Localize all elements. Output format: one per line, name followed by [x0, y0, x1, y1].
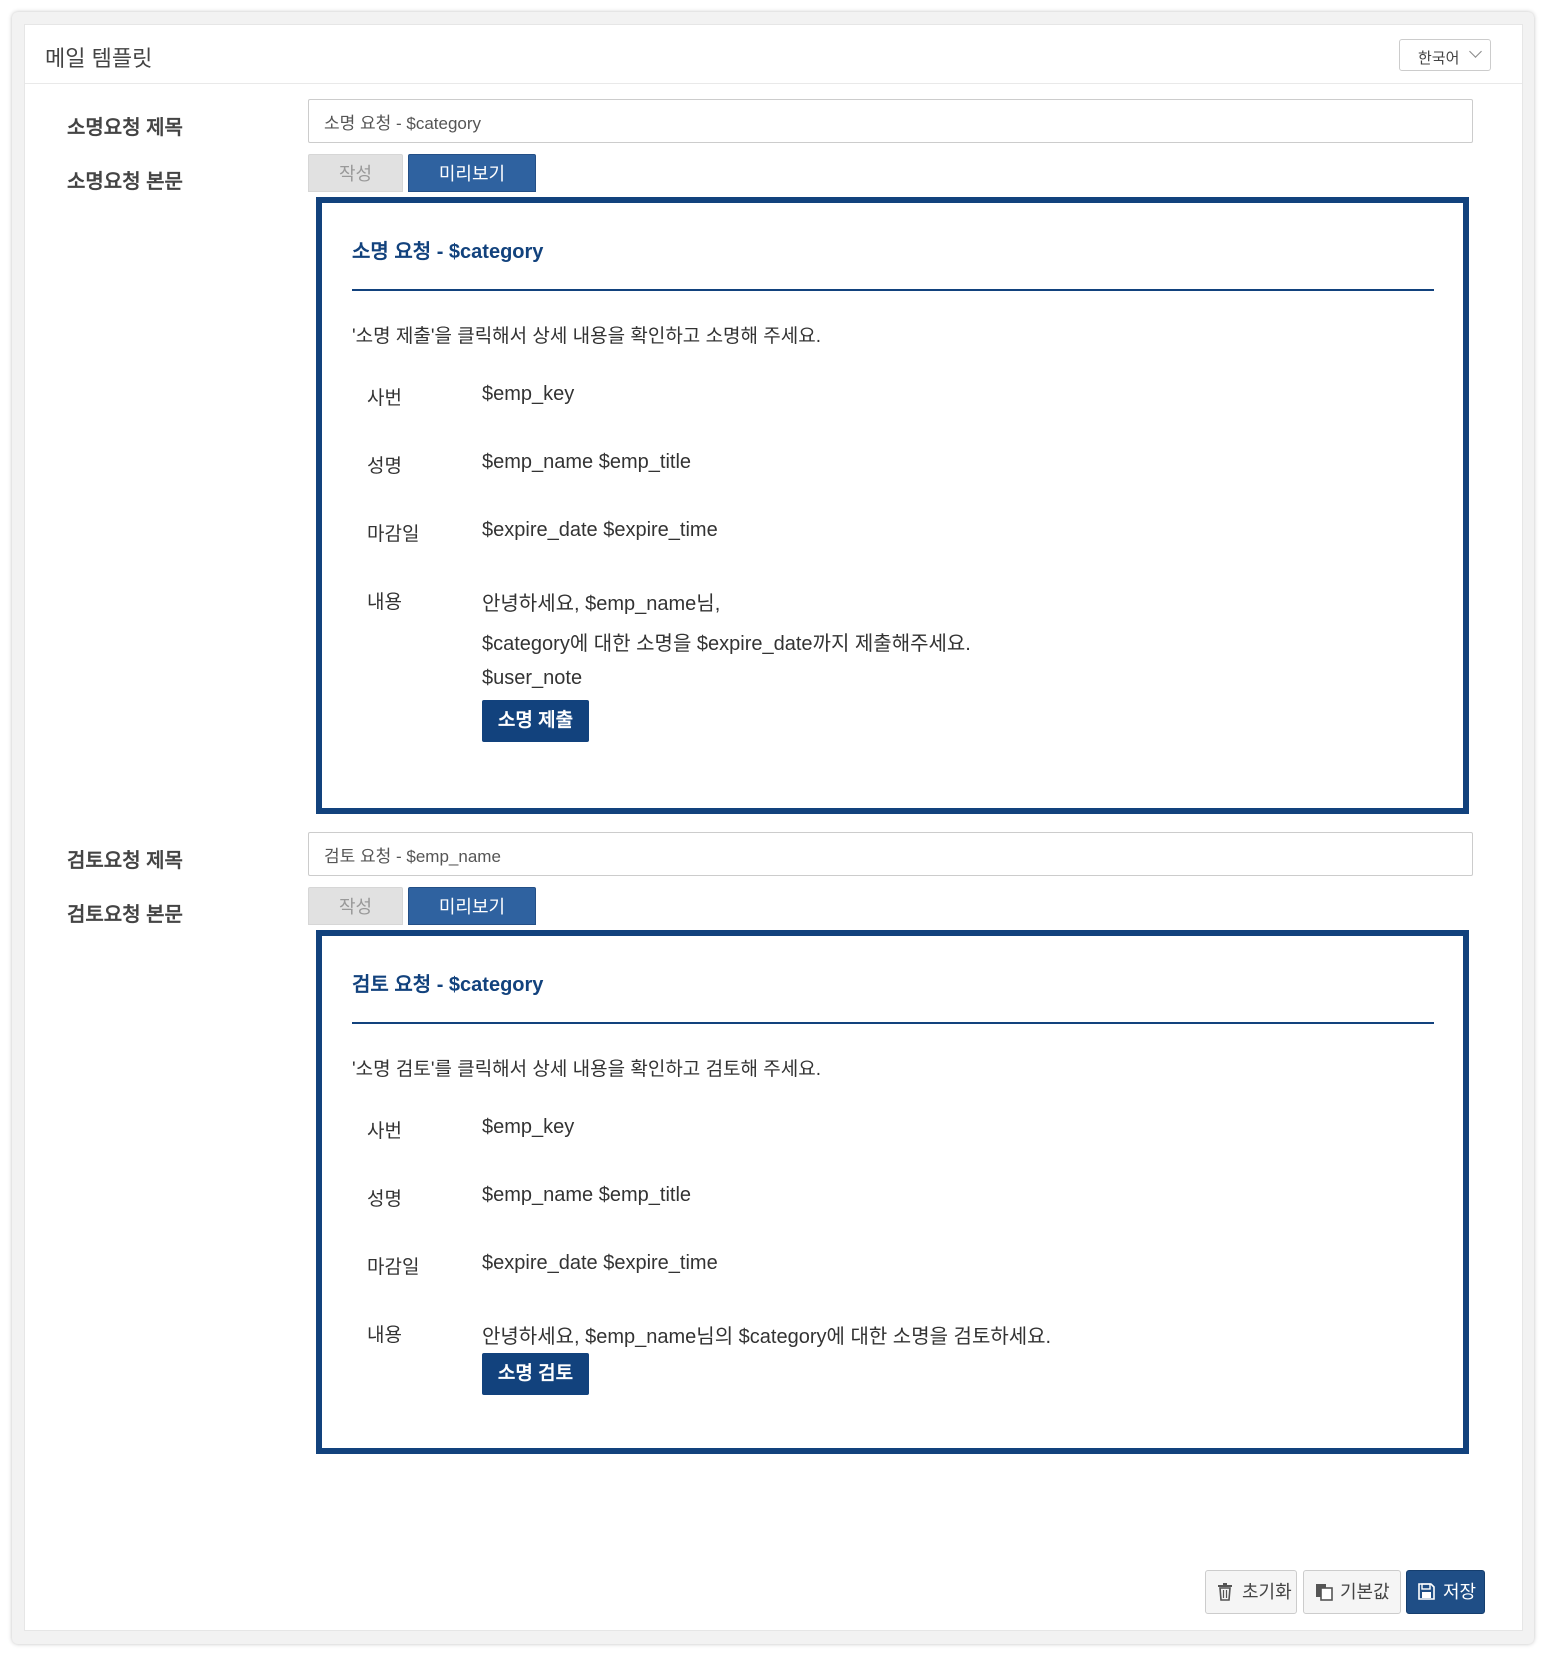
content-line: $category에 대한 소명을 $expire_date까지 제출해주세요.	[482, 633, 971, 655]
page-title: 메일 템플릿	[45, 46, 153, 71]
panel-header: 메일 템플릿 한국어	[25, 25, 1522, 84]
save-button[interactable]: 저장	[1406, 1570, 1485, 1614]
request-body-label: 소명요청 본문	[67, 171, 183, 193]
content-line: $user_note	[482, 667, 583, 689]
reset-button[interactable]: 초기화	[1205, 1570, 1297, 1614]
mail-template-panel: 메일 템플릿 한국어 소명요청 제목 소명요청 본문 작성 미리보기 소명 요청…	[24, 24, 1523, 1631]
content-label: 내용	[367, 1325, 402, 1346]
request-subject-input[interactable]	[308, 99, 1473, 143]
chevron-down-icon	[1469, 45, 1482, 58]
deadline-label: 마감일	[367, 1257, 420, 1278]
employee-key-value: $emp_key	[482, 1116, 575, 1138]
preview-intro: '소명 제출'을 클릭해서 상세 내용을 확인하고 소명해 주세요.	[352, 326, 822, 347]
deadline-label: 마감일	[367, 524, 420, 545]
preview-intro: '소명 검토'를 클릭해서 상세 내용을 확인하고 검토해 주세요.	[352, 1059, 822, 1080]
tab-preview[interactable]: 미리보기	[408, 887, 536, 925]
reset-button-label: 초기화	[1242, 1582, 1292, 1602]
review-subject-label: 검토요청 제목	[67, 850, 183, 872]
employee-key-label: 사번	[367, 388, 402, 409]
preview-divider	[352, 289, 1434, 291]
employee-name-label: 성명	[367, 1189, 402, 1210]
save-button-label: 저장	[1443, 1582, 1477, 1602]
copy-icon	[1316, 1584, 1333, 1601]
language-select[interactable]: 한국어	[1399, 39, 1491, 71]
default-button-label: 기본값	[1340, 1582, 1390, 1602]
preview-title: 소명 요청 - $category	[352, 241, 544, 263]
content-line: 안녕하세요, $emp_name님의 $category에 대한 소명을 검토하…	[482, 1326, 1052, 1348]
preview-divider	[352, 1022, 1434, 1024]
review-subject-input[interactable]	[308, 832, 1473, 876]
request-subject-label: 소명요청 제목	[67, 117, 183, 139]
tab-write[interactable]: 작성	[308, 887, 403, 925]
deadline-value: $expire_date $expire_time	[482, 519, 718, 541]
tab-write[interactable]: 작성	[308, 154, 403, 192]
review-body-label: 검토요청 본문	[67, 904, 183, 926]
content-label: 내용	[367, 592, 402, 613]
request-body-preview: 소명 요청 - $category '소명 제출'을 클릭해서 상세 내용을 확…	[316, 197, 1469, 814]
review-body-preview: 검토 요청 - $category '소명 검토'를 클릭해서 상세 내용을 확…	[316, 930, 1469, 1454]
submit-explanation-button[interactable]: 소명 제출	[482, 700, 589, 742]
employee-name-label: 성명	[367, 456, 402, 477]
employee-name-value: $emp_name $emp_title	[482, 1184, 692, 1206]
trash-icon	[1218, 1583, 1232, 1601]
content-line: 안녕하세요, $emp_name님,	[482, 593, 721, 615]
floppy-disk-icon	[1418, 1583, 1435, 1600]
default-button[interactable]: 기본값	[1303, 1570, 1401, 1614]
deadline-value: $expire_date $expire_time	[482, 1252, 718, 1274]
employee-name-value: $emp_name $emp_title	[482, 451, 692, 473]
preview-title: 검토 요청 - $category	[352, 974, 544, 996]
tab-preview[interactable]: 미리보기	[408, 154, 536, 192]
language-select-value: 한국어	[1418, 50, 1460, 67]
employee-key-label: 사번	[367, 1121, 402, 1142]
employee-key-value: $emp_key	[482, 383, 575, 405]
review-explanation-button[interactable]: 소명 검토	[482, 1353, 589, 1395]
